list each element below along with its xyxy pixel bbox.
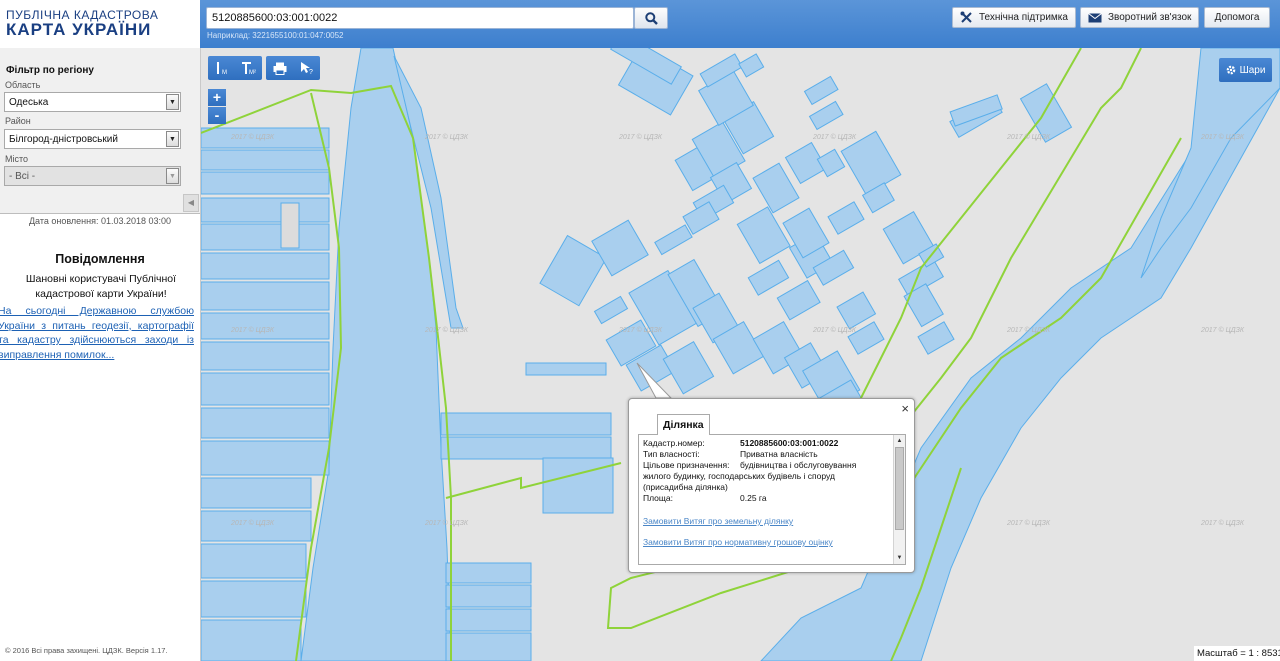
watermark-text: 2017 © ЦДЗК bbox=[230, 326, 275, 334]
copyright: © 2016 Всі права захищені. ЦДЗК. Версія … bbox=[5, 646, 168, 655]
field-label: Цільове призначення: bbox=[643, 460, 730, 470]
search-input[interactable]: 5120885600:03:001:0022 bbox=[206, 7, 634, 29]
search-example: Наприклад: 3221655100:01:047:0052 bbox=[207, 31, 344, 40]
svg-text:M: M bbox=[222, 70, 227, 75]
district-select[interactable]: Білгород-дністровський ▼ bbox=[4, 129, 181, 149]
search-button[interactable] bbox=[634, 7, 668, 29]
watermark-text: 2017 © ЦДЗК bbox=[618, 133, 663, 141]
svg-text:?: ? bbox=[309, 69, 313, 75]
ruler-m-icon[interactable]: M bbox=[208, 56, 235, 80]
region-value: Одеська bbox=[9, 97, 49, 108]
field-label: Тип власності: bbox=[643, 449, 700, 459]
watermark-text: 2017 © ЦДЗК bbox=[1200, 326, 1245, 334]
district-value: Білгород-дністровський bbox=[9, 134, 118, 145]
area-value: 0.25 га bbox=[740, 493, 767, 503]
feedback-button[interactable]: Зворотний зв'язок bbox=[1080, 7, 1199, 28]
watermark-text: 2017 © ЦДЗК bbox=[1200, 519, 1245, 527]
city-label: Місто bbox=[5, 154, 29, 164]
popup-content: Кадастр.номер: 5120885600:03:001:0022 Ти… bbox=[638, 434, 906, 565]
sidebar: Фільтр по регіону Область Одеська ▼ Райо… bbox=[0, 48, 201, 661]
scroll-thumb[interactable] bbox=[895, 447, 904, 530]
scroll-down-icon[interactable]: ▼ bbox=[894, 552, 905, 564]
watermark-text: 2017 © ЦДЗК bbox=[1006, 133, 1051, 141]
watermark-text: 2017 © ЦДЗК bbox=[230, 133, 275, 141]
chevron-down-icon[interactable]: ▼ bbox=[166, 94, 179, 110]
cadastral-number: 5120885600:03:001:0022 bbox=[740, 438, 839, 448]
zoom-out-button[interactable]: - bbox=[208, 107, 226, 124]
scroll-up-icon[interactable]: ▲ bbox=[894, 435, 905, 447]
layers-button[interactable]: Шари bbox=[1219, 58, 1272, 82]
update-date: Дата оновлення: 01.03.2018 03:00 bbox=[28, 216, 172, 226]
field-label: Площа: bbox=[643, 493, 673, 503]
watermark-text: 2017 © ЦДЗК bbox=[1006, 519, 1051, 527]
notice-title: Повідомлення bbox=[55, 252, 145, 266]
watermark-text: 2017 © ЦДЗК bbox=[812, 326, 857, 334]
notice-text: Шановні користувачі Публічної кадастрово… bbox=[25, 273, 177, 300]
region-label: Область bbox=[5, 80, 41, 90]
parcel-popup: × Ділянка Кадастр.номер: 5120885600:03:0… bbox=[628, 398, 915, 573]
zoom-in-button[interactable]: + bbox=[208, 89, 226, 106]
identify-icon[interactable]: ? bbox=[293, 56, 320, 80]
measure-tools: M M² bbox=[208, 56, 262, 80]
field-label: Кадастр.номер: bbox=[643, 438, 705, 448]
envelope-icon bbox=[1088, 12, 1102, 23]
feedback-label: Зворотний зв'язок bbox=[1108, 12, 1192, 23]
print-identify-tools: ? bbox=[266, 56, 320, 80]
help-button[interactable]: Допомога bbox=[1204, 7, 1270, 28]
collapse-sidebar-button[interactable]: ◀ bbox=[183, 194, 199, 212]
watermark-text: 2017 © ЦДЗК bbox=[230, 519, 275, 527]
watermark-text: 2017 © ЦДЗК bbox=[812, 133, 857, 141]
district-label: Район bbox=[5, 116, 31, 126]
purpose-cont: жилого будинку, господарських будівель і… bbox=[643, 471, 835, 481]
map-canvas[interactable]: 2017 © ЦДЗК 2017 © ЦДЗК 2017 © ЦДЗК 2017 ©… bbox=[201, 48, 1280, 661]
watermark-text: 2017 © ЦДЗК bbox=[424, 133, 469, 141]
print-icon[interactable] bbox=[266, 56, 293, 80]
region-select[interactable]: Одеська ▼ bbox=[4, 92, 181, 112]
city-value: - Всі - bbox=[9, 171, 36, 182]
support-label: Технічна підтримка bbox=[979, 12, 1068, 23]
filter-title: Фільтр по регіону bbox=[6, 65, 94, 76]
logo[interactable]: ПУБЛІЧНА КАДАСТРОВА КАРТА УКРАЇНИ bbox=[0, 0, 200, 48]
logo-line2: КАРТА УКРАЇНИ bbox=[6, 20, 152, 39]
header: ПУБЛІЧНА КАДАСТРОВА КАРТА УКРАЇНИ 512088… bbox=[0, 0, 1280, 48]
watermark-text: 2017 © ЦДЗК bbox=[618, 326, 663, 334]
watermark-text: 2017 © ЦДЗК bbox=[1006, 326, 1051, 334]
purpose-cont: (присадибна ділянка) bbox=[643, 482, 728, 492]
support-button[interactable]: Технічна підтримка bbox=[952, 7, 1076, 28]
scale-indicator: Масштаб = 1 : 8531 bbox=[1194, 646, 1280, 661]
watermark-text: 2017 © ЦДЗК bbox=[424, 326, 469, 334]
close-icon[interactable]: × bbox=[901, 401, 909, 416]
tab-parcel[interactable]: Ділянка bbox=[657, 414, 710, 435]
notice-link[interactable]: На сьогодні Державною службою України з … bbox=[0, 304, 194, 362]
order-valuation-link[interactable]: Замовити Витяг про нормативну грошову оц… bbox=[643, 537, 833, 547]
city-select[interactable]: - Всі - ▼ bbox=[4, 166, 181, 186]
parcels-left bbox=[201, 127, 330, 661]
parcels-bottom bbox=[440, 362, 614, 661]
search-icon bbox=[644, 11, 658, 25]
gear-icon bbox=[1226, 65, 1236, 75]
watermark-text: 2017 © ЦДЗК bbox=[1200, 133, 1245, 141]
svg-text:M²: M² bbox=[249, 70, 256, 75]
ownership-type: Приватна власність bbox=[740, 449, 818, 459]
ruler-area-icon[interactable]: M² bbox=[235, 56, 262, 80]
watermark-text: 2017 © ЦДЗК bbox=[424, 519, 469, 527]
chevron-down-icon[interactable]: ▼ bbox=[166, 131, 179, 147]
popup-scrollbar[interactable]: ▲ ▼ bbox=[893, 435, 905, 564]
river-right-upper bbox=[1140, 48, 1280, 279]
chevron-down-icon: ▼ bbox=[166, 168, 179, 184]
order-extract-link[interactable]: Замовити Витяг про земельну ділянку bbox=[643, 516, 793, 526]
region-filter-panel: Фільтр по регіону Область Одеська ▼ Райо… bbox=[0, 48, 200, 214]
tools-icon bbox=[960, 11, 973, 24]
layers-label: Шари bbox=[1239, 64, 1266, 76]
purpose-value: будівництва і обслуговування bbox=[740, 460, 857, 470]
